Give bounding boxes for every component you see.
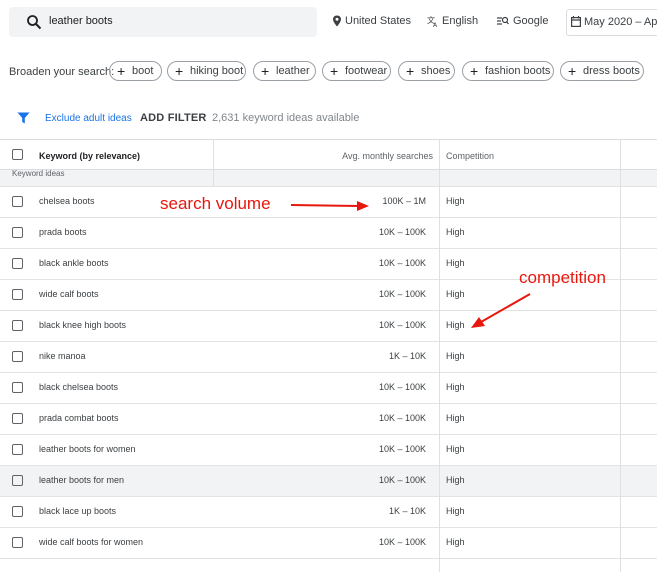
annotation-arrows [290, 201, 531, 328]
arrow-competition [471, 293, 531, 328]
arrow-search-volume [290, 201, 369, 211]
